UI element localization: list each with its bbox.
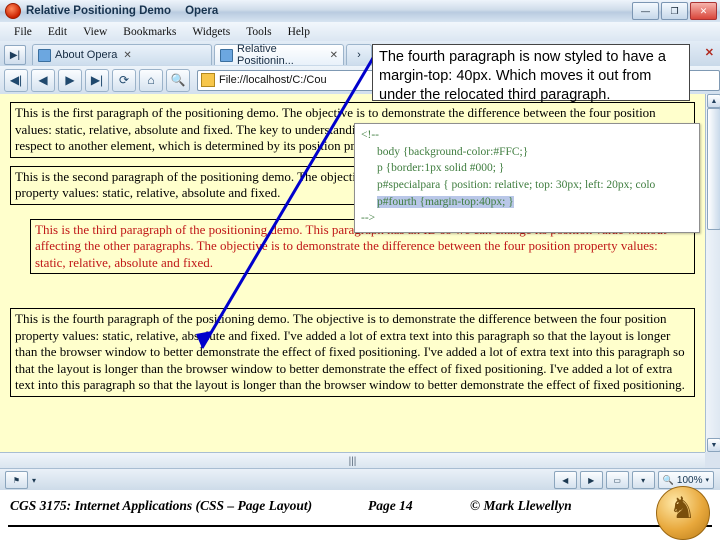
minimize-button[interactable]: —	[632, 2, 659, 20]
close-all-tabs-icon[interactable]: ✕	[705, 46, 714, 59]
status-flag-icon[interactable]: ⚑	[5, 471, 28, 489]
menu-file[interactable]: File	[6, 25, 40, 39]
title-bar: Relative Positioning Demo Opera — ❐ ✕	[0, 0, 720, 23]
menu-widgets[interactable]: Widgets	[184, 25, 238, 39]
footer-divider	[8, 525, 712, 527]
code-line: -->	[361, 212, 376, 225]
knight-logo-icon: ♞	[656, 486, 710, 540]
tab-label: About Opera	[55, 49, 118, 61]
status-bar: ⚑ ▾ ◀ ▶ ▭ ▾ 🔍 100% ▾	[0, 468, 720, 491]
tab-relative-positioning[interactable]: Relative Positionin... ✕	[214, 43, 344, 67]
opera-logo-icon	[5, 3, 21, 19]
tab-overflow-button[interactable]: ›	[346, 44, 372, 65]
fast-forward-icon[interactable]: ▶|	[85, 68, 109, 92]
menu-help[interactable]: Help	[280, 25, 318, 39]
status-panel-caret-icon[interactable]: ▾	[631, 471, 655, 489]
scroll-up-icon[interactable]: ▲	[707, 94, 720, 108]
footer-page-number: Page 14	[368, 498, 413, 513]
code-line-highlighted: p#fourth {margin-top:40px; }	[377, 195, 514, 208]
status-panel-icon[interactable]: ▭	[605, 471, 629, 489]
menu-edit[interactable]: Edit	[40, 25, 75, 39]
footer-copyright: © Mark Llewellyn	[470, 498, 572, 513]
tab-overflow-label: ›	[357, 49, 361, 61]
code-line: p#specialpara { position: relative; top:…	[377, 179, 656, 192]
paragraph-fourth: This is the fourth paragraph of the posi…	[10, 308, 695, 397]
window-title: Relative Positioning Demo	[26, 5, 172, 17]
status-left-group: ⚑ ▾	[0, 471, 36, 489]
slide-footer: CGS 3175: Internet Applications (CSS – P…	[0, 486, 720, 540]
css-code-callout: <!-- body {background-color:#FFC;} p {bo…	[354, 123, 700, 233]
vertical-scroll-thumb[interactable]	[707, 108, 720, 230]
site-favicon-icon	[201, 73, 215, 87]
scroll-down-icon[interactable]: ▼	[707, 438, 720, 452]
tab-close-icon[interactable]: ✕	[330, 50, 338, 61]
window-controls: — ❐ ✕	[632, 2, 717, 20]
horizontal-scrollbar[interactable]: |||	[0, 452, 705, 469]
maximize-button[interactable]: ❐	[661, 2, 688, 20]
zoom-icon: 🔍	[662, 474, 674, 485]
code-line: p {border:1px solid #000; }	[377, 162, 505, 175]
tab-close-icon[interactable]: ✕	[123, 50, 131, 61]
code-line: body {background-color:#FFC;}	[377, 145, 529, 158]
zoom-value: 100%	[676, 474, 703, 486]
tab-about-opera[interactable]: About Opera ✕	[32, 44, 212, 65]
home-icon[interactable]: ⌂	[139, 68, 163, 92]
horizontal-scroll-grip[interactable]: |||	[349, 456, 357, 467]
footer-course: CGS 3175: Internet Applications (CSS – P…	[10, 498, 313, 513]
page-icon	[38, 48, 51, 62]
page-icon	[220, 48, 233, 62]
menu-tools[interactable]: Tools	[238, 25, 279, 39]
browser-window: Relative Positioning Demo Opera — ❐ ✕ Fi…	[0, 0, 720, 491]
tab-label: Relative Positionin...	[237, 43, 294, 67]
panel-toggle-icon[interactable]: ▶|	[4, 45, 26, 65]
menu-view[interactable]: View	[75, 25, 115, 39]
zoom-caret-icon[interactable]: ▾	[705, 476, 709, 484]
close-button[interactable]: ✕	[690, 2, 717, 20]
rewind-icon[interactable]: ◀|	[4, 68, 28, 92]
search-page-icon[interactable]: 🔍	[166, 68, 190, 92]
status-next-icon[interactable]: ▶	[579, 471, 603, 489]
status-prev-icon[interactable]: ◀	[553, 471, 577, 489]
reload-icon[interactable]: ⟳	[112, 68, 136, 92]
forward-icon[interactable]: ▶	[58, 68, 82, 92]
status-caret-icon[interactable]: ▾	[32, 476, 36, 485]
code-line: <!--	[361, 129, 379, 141]
address-value: File://localhost/C:/Cou	[219, 74, 327, 86]
window-app-name: Opera	[185, 5, 219, 17]
menu-bookmarks[interactable]: Bookmarks	[115, 25, 184, 39]
back-icon[interactable]: ◀	[31, 68, 55, 92]
annotation-callout: The fourth paragraph is now styled to ha…	[372, 44, 690, 103]
vertical-scrollbar[interactable]: ▲ ▼	[705, 94, 720, 452]
menu-bar: File Edit View Bookmarks Widgets Tools H…	[0, 22, 720, 42]
status-right-group: ◀ ▶ ▭ ▾ 🔍 100% ▾	[553, 471, 720, 489]
